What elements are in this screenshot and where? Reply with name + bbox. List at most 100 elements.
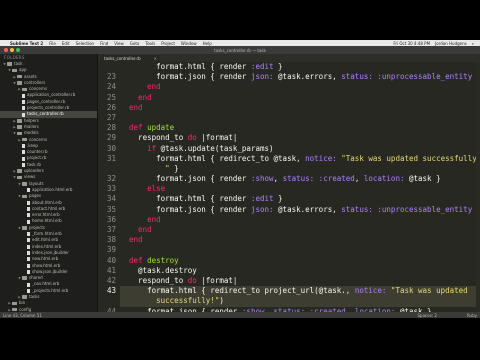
code-line[interactable]: end: [120, 103, 480, 113]
code-token: end: [120, 82, 161, 92]
code-token: end: [120, 214, 161, 224]
menu-file[interactable]: File: [49, 41, 56, 46]
user-name[interactable]: Jordan Hudgens: [435, 41, 467, 46]
menu-view[interactable]: View: [114, 41, 124, 46]
code-line[interactable]: [120, 113, 480, 123]
folder-icon: [17, 74, 22, 79]
code-area[interactable]: format.html { render :edit } format.json…: [120, 62, 480, 312]
code-line[interactable]: if @task.update(task_params): [120, 144, 480, 154]
close-tab-icon[interactable]: ×: [154, 55, 157, 62]
code-line[interactable]: format.json { render :show, status: :cre…: [120, 174, 480, 184]
line-number: 43: [106, 286, 116, 296]
code-token: @task.errors,: [273, 204, 342, 214]
code-token: }: [273, 194, 283, 204]
file-icon: [27, 263, 30, 268]
code-token: status:: [341, 204, 373, 214]
code-line[interactable]: " }: [120, 164, 480, 174]
file-tree: ▼ task ▼ app ▶ assets ▼ controllers ▶ concerns app…: [0, 61, 97, 312]
file-icon: [22, 156, 25, 161]
app-menu[interactable]: Sublime Text 2: [10, 41, 43, 46]
code-token: ,: [273, 174, 283, 184]
code-token: end: [120, 235, 143, 245]
menu-tools[interactable]: Tools: [145, 41, 155, 46]
code-line[interactable]: format.json { render json: @task.errors,…: [120, 72, 480, 82]
line-number: 34: [106, 194, 116, 204]
line-number: 33: [106, 184, 116, 194]
code-line[interactable]: format.html { render :edit }: [120, 194, 480, 204]
menu-find[interactable]: Find: [100, 41, 108, 46]
code-line[interactable]: else: [120, 184, 480, 194]
menu-help[interactable]: Help: [203, 41, 212, 46]
code-line[interactable]: end: [120, 93, 480, 103]
file-icon: [27, 200, 30, 205]
code-line[interactable]: end: [120, 82, 480, 92]
file-icon: [22, 106, 25, 111]
indentation-setting[interactable]: Spaces: 2: [418, 313, 437, 318]
code-line[interactable]: @task.destroy: [120, 266, 480, 276]
menu-edit[interactable]: Edit: [62, 41, 70, 46]
code-line[interactable]: format.html { redirect_to @task, notice:…: [120, 154, 480, 164]
code-token: def: [120, 255, 148, 265]
code-token: :show: [250, 174, 274, 184]
code-line[interactable]: end: [120, 215, 480, 225]
code-token: json:: [250, 204, 274, 214]
code-line[interactable]: respond_to do |format|: [120, 133, 480, 143]
menu-window[interactable]: Window: [181, 41, 197, 46]
code-token: update: [147, 123, 175, 133]
folder-icon: [17, 175, 22, 180]
code-line[interactable]: end: [120, 235, 480, 245]
code-line[interactable]: format.html { render :edit }: [120, 62, 480, 72]
code-token: format.json { render: [120, 72, 251, 82]
file-icon: [22, 93, 25, 98]
folder-icon: [17, 81, 22, 85]
code-token: respond_to: [120, 275, 188, 285]
code-token: json:: [250, 72, 274, 82]
zoom-window-button[interactable]: [16, 48, 20, 52]
code-line[interactable]: def destroy: [120, 256, 480, 266]
code-token: notice:: [305, 153, 337, 163]
line-number: 29: [106, 133, 116, 143]
menu-goto[interactable]: Goto: [130, 41, 140, 46]
folder-icon: [17, 119, 22, 123]
code-line[interactable]: [120, 245, 480, 255]
code-token: format.json { render: [120, 174, 251, 184]
file-icon: [27, 188, 30, 193]
scrollbar[interactable]: [476, 62, 480, 312]
folder-icon: [22, 194, 27, 199]
search-icon[interactable]: ⌕: [472, 41, 474, 46]
minimize-window-button[interactable]: [10, 48, 14, 52]
tab-label: tasks_controller.rb: [104, 56, 141, 61]
code-token: do: [187, 133, 197, 143]
code-line[interactable]: successfully!"): [120, 296, 480, 307]
file-icon: [22, 99, 25, 104]
folder-icon: [17, 169, 22, 173]
menu-selection[interactable]: Selection: [76, 41, 94, 46]
line-number: 37: [106, 225, 116, 234]
close-window-button[interactable]: [4, 48, 8, 52]
code-token: respond_to: [120, 133, 188, 143]
folder-icon: [22, 182, 27, 186]
code-token: status:: [341, 72, 373, 82]
code-line[interactable]: end: [120, 225, 480, 235]
code-line[interactable]: format.html { redirect_to project_url(@t…: [120, 286, 480, 297]
line-number: 25: [106, 92, 116, 102]
menu-project[interactable]: Project: [161, 41, 175, 46]
code-line[interactable]: def update: [120, 123, 480, 133]
code-token: @task }: [404, 174, 441, 184]
code-token: format.html { render: [120, 62, 251, 71]
code-token: :edit: [250, 62, 274, 71]
syntax-setting[interactable]: Ruby: [467, 313, 477, 318]
clock[interactable]: Fri Oct 30 4:48 PM: [393, 41, 430, 46]
code-line[interactable]: format.json { render json: @task.errors,…: [120, 205, 480, 215]
code-editor[interactable]: 23 24 25 26 27 28 29 30 31 32 33 34 35 36 37 38 39 40 41 42…: [98, 62, 480, 312]
tab-tasks-controller[interactable]: tasks_controller.rb ×: [100, 55, 160, 62]
line-number: 23: [106, 72, 116, 82]
code-token: format.html { redirect_to project_url(@t…: [120, 286, 355, 296]
status-bar: Line 43, Column 51 Spaces: 2 Ruby: [0, 312, 480, 318]
code-token: if: [120, 143, 157, 153]
code-token: @task.destroy: [120, 265, 197, 275]
code-line[interactable]: respond_to do |format|: [120, 276, 480, 286]
code-token: notice:: [354, 286, 387, 296]
folder-icon: [7, 62, 12, 66]
line-number: 30: [106, 143, 116, 153]
